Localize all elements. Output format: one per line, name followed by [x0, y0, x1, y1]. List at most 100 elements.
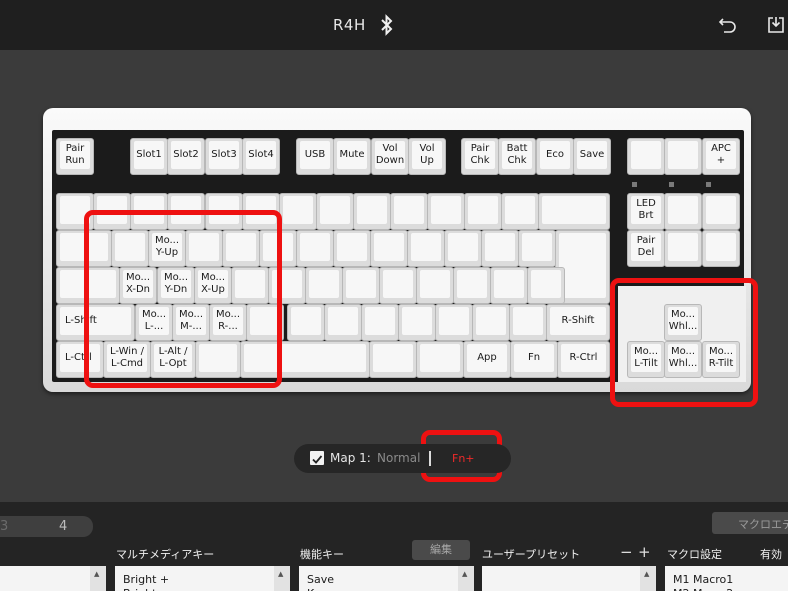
key-l-alt[interactable]: L-Alt / L-Opt	[150, 341, 196, 378]
key-mouse-wheel-up[interactable]: Mo... Whl...	[664, 304, 702, 341]
key-r-ctrl[interactable]: R-Ctrl	[557, 341, 610, 378]
function-keys-list[interactable]: Save K...	[299, 566, 474, 591]
key-blank[interactable]	[56, 193, 94, 230]
key-l-win[interactable]: L-Win / L-Cmd	[103, 341, 151, 378]
key-mouse-r-tilt[interactable]: Mo... R-Tilt	[702, 341, 740, 378]
key-blank[interactable]	[246, 304, 284, 341]
key-blank[interactable]	[509, 304, 547, 341]
scrollbar[interactable]	[90, 566, 106, 591]
key-fn[interactable]: Fn	[510, 341, 558, 378]
key-usb[interactable]: USB	[296, 138, 334, 175]
key-blank[interactable]	[518, 230, 556, 267]
key-blank[interactable]	[664, 193, 702, 230]
user-preset-list[interactable]	[482, 566, 656, 591]
key-blank[interactable]	[361, 304, 399, 341]
key-blank[interactable]	[111, 230, 149, 267]
key-blank[interactable]	[353, 193, 391, 230]
key-blank[interactable]	[324, 304, 362, 341]
key-blank[interactable]	[268, 267, 306, 304]
key-blank[interactable]	[398, 304, 436, 341]
key-blank[interactable]	[444, 230, 482, 267]
key-blank[interactable]	[370, 230, 408, 267]
key-mouse-l-tilt[interactable]: Mo... L-Tilt	[627, 341, 665, 378]
key-led-brt[interactable]: LED Brt	[627, 193, 665, 230]
edit-button[interactable]: 編集	[412, 540, 470, 560]
key-blank[interactable]	[527, 267, 565, 304]
key-blank[interactable]	[279, 193, 317, 230]
layer-slider-handle[interactable]	[429, 451, 431, 466]
key-blank[interactable]	[93, 193, 131, 230]
key-blank[interactable]	[453, 267, 491, 304]
key-blank[interactable]	[390, 193, 428, 230]
key-blank[interactable]	[416, 267, 454, 304]
key-slot1[interactable]: Slot1	[130, 138, 168, 175]
key-blank[interactable]	[342, 267, 380, 304]
key-app[interactable]: App	[463, 341, 511, 378]
key-blank-print[interactable]	[627, 138, 665, 175]
key-apc[interactable]: APC +	[702, 138, 740, 175]
key-l-ctrl[interactable]: L-Ctrl	[56, 341, 104, 378]
save-download-icon[interactable]	[766, 15, 786, 35]
key-blank[interactable]	[287, 304, 325, 341]
key-blank[interactable]	[435, 304, 473, 341]
list-item[interactable]: M1 Macro1 M2 Macro2	[673, 573, 733, 591]
undo-icon[interactable]	[718, 15, 738, 35]
key-mouse-r-click[interactable]: Mo... R-...	[209, 304, 247, 341]
scrollbar[interactable]	[458, 566, 474, 591]
key-mouse-y-up[interactable]: Mo... Y-Up	[148, 230, 186, 267]
list-previous[interactable]	[0, 566, 106, 591]
key-pair-run[interactable]: Pair Run	[56, 138, 94, 175]
key-batt-chk[interactable]: Batt Chk	[498, 138, 536, 175]
key-blank[interactable]	[222, 230, 260, 267]
key-tab[interactable]	[56, 230, 112, 267]
key-blank[interactable]	[167, 193, 205, 230]
key-blank[interactable]	[333, 230, 371, 267]
key-blank[interactable]	[205, 193, 243, 230]
key-pair-del[interactable]: Pair Del	[627, 230, 665, 267]
key-blank[interactable]	[305, 267, 343, 304]
key-mouse-y-dn[interactable]: Mo... Y-Dn	[157, 267, 195, 304]
key-blank[interactable]	[664, 230, 702, 267]
key-blank[interactable]	[464, 193, 502, 230]
key-blank[interactable]	[490, 267, 528, 304]
key-mouse-x-dn[interactable]: Mo... X-Dn	[119, 267, 157, 304]
map-checkbox[interactable]	[310, 451, 324, 465]
key-space[interactable]	[240, 341, 370, 378]
key-mute[interactable]: Mute	[333, 138, 371, 175]
key-blank-scroll[interactable]	[664, 138, 702, 175]
add-preset-button[interactable]: +	[638, 543, 651, 561]
key-slot3[interactable]: Slot3	[205, 138, 243, 175]
key-blank[interactable]	[242, 193, 280, 230]
key-blank[interactable]	[369, 341, 417, 378]
scrollbar[interactable]	[274, 566, 290, 591]
key-r-shift[interactable]: R-Shift	[546, 304, 610, 341]
key-blank[interactable]	[231, 267, 269, 304]
key-blank[interactable]	[481, 230, 519, 267]
key-blank[interactable]	[379, 267, 417, 304]
key-caps[interactable]	[56, 267, 120, 304]
multimedia-keys-list[interactable]: Bright + Bright -	[115, 566, 290, 591]
macro-editor-button[interactable]: マクロエディ	[712, 512, 788, 534]
key-mouse-l-click[interactable]: Mo... L-...	[135, 304, 173, 341]
key-blank[interactable]	[416, 341, 464, 378]
key-blank[interactable]	[195, 341, 241, 378]
profile-tab-4[interactable]: 4	[59, 519, 67, 534]
key-slot4[interactable]: Slot4	[242, 138, 280, 175]
profile-tab-3[interactable]: 3	[0, 519, 8, 534]
key-vol-down[interactable]: Vol Down	[371, 138, 409, 175]
key-blank[interactable]	[472, 304, 510, 341]
layer-fn-option[interactable]: Fn+	[452, 452, 475, 465]
key-blank[interactable]	[185, 230, 223, 267]
scrollbar[interactable]	[640, 566, 656, 591]
macro-list[interactable]: M1 Macro1 M2 Macro2	[665, 566, 788, 591]
key-blank[interactable]	[702, 193, 740, 230]
key-blank[interactable]	[407, 230, 445, 267]
key-slot2[interactable]: Slot2	[167, 138, 205, 175]
layer-normal-option[interactable]: Normal	[377, 451, 420, 465]
key-pair-chk[interactable]: Pair Chk	[461, 138, 499, 175]
key-backspace[interactable]	[538, 193, 610, 230]
key-save[interactable]: Save	[573, 138, 611, 175]
remove-preset-button[interactable]: −	[620, 543, 633, 561]
key-mouse-wheel-down[interactable]: Mo... Whl...	[664, 341, 702, 378]
key-vol-up[interactable]: Vol Up	[408, 138, 446, 175]
